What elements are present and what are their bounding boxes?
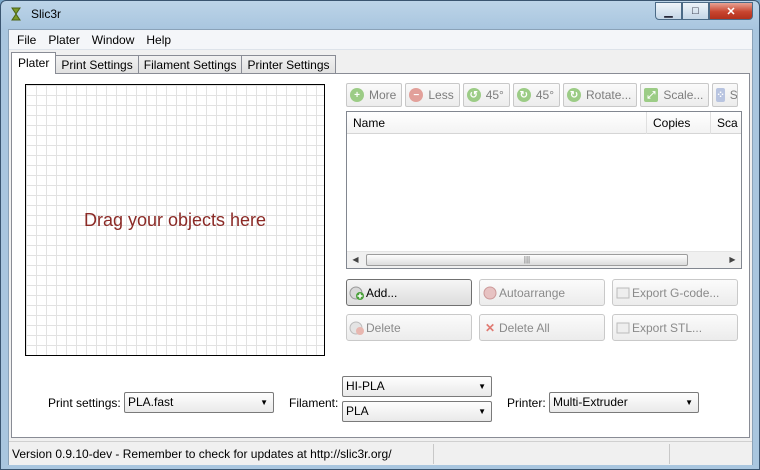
maximize-button[interactable]: □ [682,2,709,20]
title-bar[interactable]: Slic3r ▁ □ ✕ [1,1,759,29]
column-scale[interactable]: Sca [711,112,741,134]
delete-button[interactable]: Delete [346,314,472,341]
export-stl-icon [615,320,631,336]
menu-bar: File Plater Window Help [9,30,752,50]
horizontal-scrollbar[interactable]: ◀ ||| ▶ [347,251,741,268]
rotate-label: Rotate... [586,88,632,102]
plus-icon: + [350,88,364,102]
delete-all-icon: ✕ [484,320,496,335]
scale-label: Scale... [663,88,704,102]
window-title: Slic3r [31,7,62,21]
print-settings-label: Print settings: [48,396,121,410]
minimize-button[interactable]: ▁ [655,2,682,20]
scroll-right-icon[interactable]: ▶ [724,252,741,268]
rotate-right-button[interactable]: ↻ 45° [512,83,561,107]
tab-print-settings[interactable]: Print Settings [55,55,139,74]
rotate-ccw-icon: ↺ [466,88,481,102]
delete-icon [349,320,365,336]
rotate-left-label: 45° [485,88,504,102]
status-text: Version 0.9.10-dev - Remember to check f… [12,447,392,461]
status-bar: Version 0.9.10-dev - Remember to check f… [9,441,752,465]
tab-plater[interactable]: Plater [11,52,57,74]
rotate-icon: ↻ [567,88,582,102]
filament-select-1[interactable]: HI-PLA ▼ [342,376,492,397]
split-label: Spli [729,88,738,102]
rotate-button[interactable]: ↻ Rotate... [563,83,638,107]
window-controls: ▁ □ ✕ [655,2,753,20]
plater-toolbar: + More − Less ↺ 45° ↻ 45° ↻ Rotate... ⤢ … [346,83,741,107]
maximize-icon: □ [692,5,699,17]
delete-all-button[interactable]: ✕ Delete All [479,314,605,341]
client-area: File Plater Window Help Plater Print Set… [8,29,753,465]
chevron-down-icon: ▼ [478,382,486,391]
close-button[interactable]: ✕ [709,2,753,20]
filament-select-2[interactable]: PLA ▼ [342,401,492,422]
column-name[interactable]: Name [347,112,647,134]
minimize-icon: ▁ [664,5,673,18]
drop-hint: Drag your objects here [83,210,267,230]
printer-select[interactable]: Multi-Extruder ▼ [549,392,699,413]
export-stl-label: Export STL... [632,320,703,335]
split-icon: ⁘ [716,88,725,102]
print-settings-select[interactable]: PLA.fast ▼ [124,392,274,413]
export-stl-button[interactable]: Export STL... [612,314,738,341]
export-gcode-icon [615,285,631,301]
chevron-down-icon: ▼ [260,398,268,407]
close-icon: ✕ [726,5,736,18]
menu-window[interactable]: Window [86,33,141,47]
rotate-right-label: 45° [535,88,555,102]
column-copies[interactable]: Copies [647,112,711,134]
scroll-left-icon[interactable]: ◀ [347,252,364,268]
plater-panel: Drag your objects here + More − Less ↺ 4… [11,73,750,438]
preset-selectors: Print settings: PLA.fast ▼ Filament: HI-… [12,376,751,436]
printer-value: Multi-Extruder [553,395,628,409]
plater-canvas[interactable]: Drag your objects here [25,84,325,356]
less-label: Less [428,88,454,102]
add-label: Add... [366,285,398,300]
rotate-left-button[interactable]: ↺ 45° [462,83,510,107]
autoarrange-label: Autoarrange [499,285,566,300]
object-list[interactable]: Name Copies Sca ◀ ||| ▶ [346,111,742,269]
scroll-thumb[interactable]: ||| [366,254,688,266]
slic3r-logo-icon [11,7,21,21]
menu-help[interactable]: Help [140,33,177,47]
delete-all-label: Delete All [499,320,550,335]
printer-label: Printer: [507,396,546,410]
export-gcode-button[interactable]: Export G-code... [612,279,738,306]
split-button[interactable]: ⁘ Spli [712,83,739,107]
status-divider [433,444,434,464]
app-window: Slic3r ▁ □ ✕ File Plater Window Help Pla… [0,0,760,470]
chevron-down-icon: ▼ [685,398,693,407]
object-list-header: Name Copies Sca [347,112,741,134]
tab-filament-settings[interactable]: Filament Settings [137,55,243,74]
more-label: More [369,88,397,102]
export-gcode-label: Export G-code... [632,285,720,300]
menu-plater[interactable]: Plater [42,33,85,47]
add-icon [349,285,365,301]
rotate-cw-icon: ↻ [516,88,531,102]
filament-value-1: HI-PLA [346,379,385,393]
add-button[interactable]: Add... [346,279,472,306]
autoarrange-button[interactable]: Autoarrange [479,279,605,306]
menu-file[interactable]: File [11,33,42,47]
scale-button[interactable]: ⤢ Scale... [640,83,710,107]
tab-strip: Plater Print Settings Filament Settings … [11,52,336,74]
delete-label: Delete [366,320,401,335]
minus-icon: − [409,88,424,102]
filament-value-2: PLA [346,404,369,418]
tab-printer-settings[interactable]: Printer Settings [241,55,336,74]
status-divider [669,444,670,464]
less-button[interactable]: − Less [405,83,460,107]
more-button[interactable]: + More [346,83,403,107]
filament-label: Filament: [289,396,339,410]
chevron-down-icon: ▼ [478,407,486,416]
arrange-icon [482,285,498,301]
print-settings-value: PLA.fast [128,395,174,409]
scale-icon: ⤢ [644,88,659,102]
